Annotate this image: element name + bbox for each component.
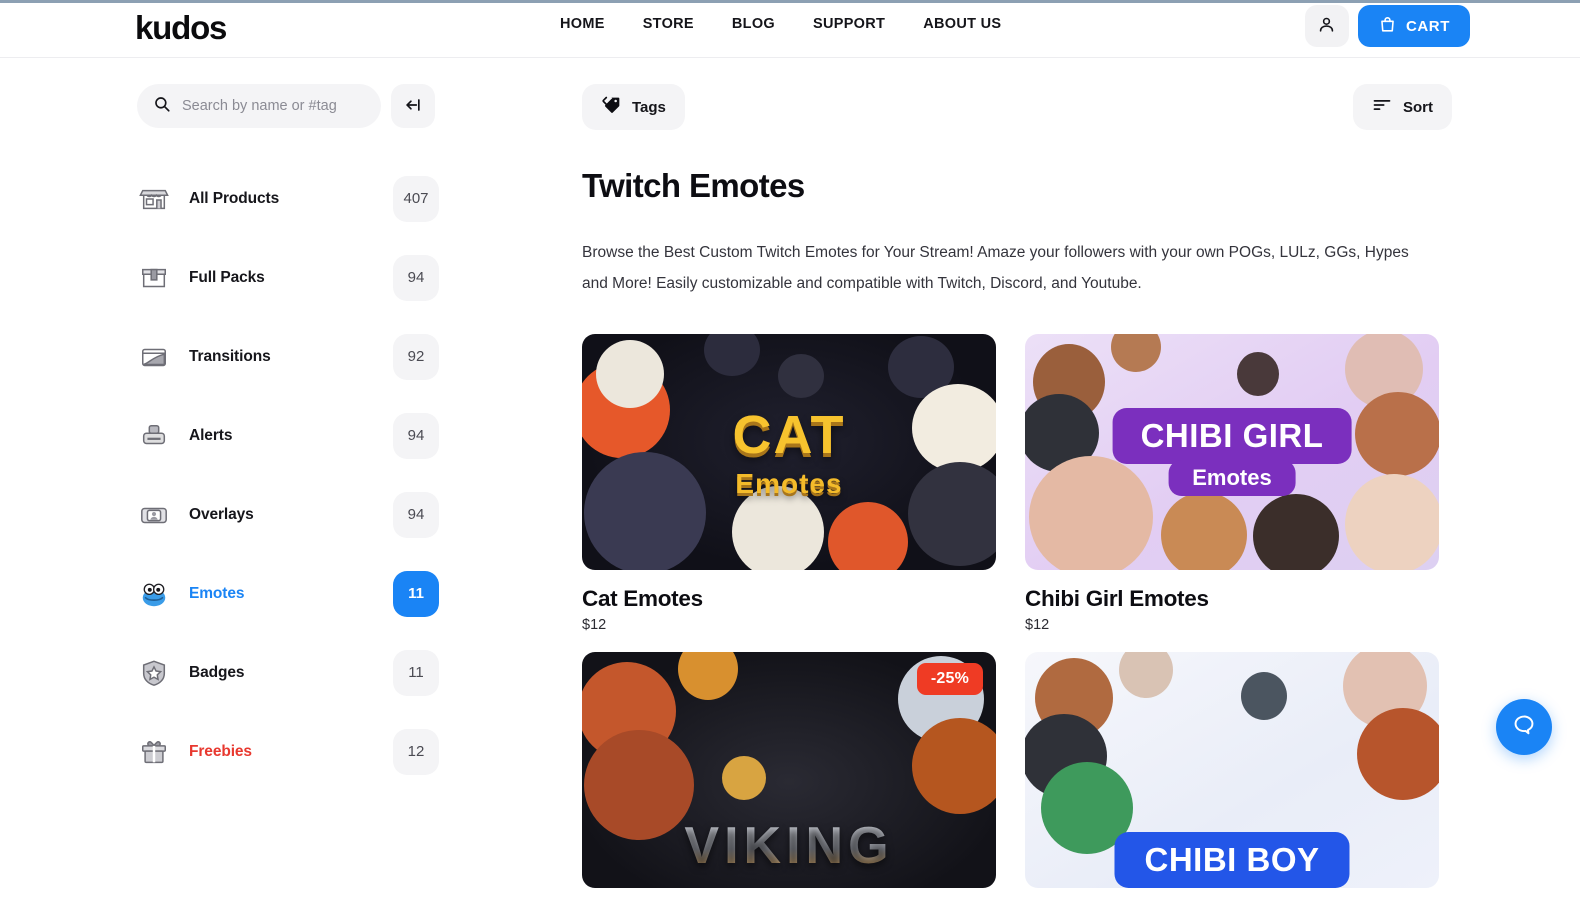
product-card[interactable]: CHIBI GIRL Emotes Chibi Girl Emotes $12 (1025, 334, 1439, 633)
sidebar-item-freebies[interactable]: Freebies 12 (137, 712, 439, 791)
sidebar-item-label: Overlays (189, 505, 254, 523)
main-navigation: HOME STORE BLOG SUPPORT ABOUT US (560, 16, 1001, 32)
product-title: Cat Emotes (582, 586, 703, 611)
product-wordmark-sub: Emotes (1168, 460, 1296, 496)
sort-label: Sort (1403, 98, 1433, 116)
gift-icon (137, 735, 171, 769)
sidebar-item-overlays[interactable]: Overlays 94 (137, 475, 439, 554)
sidebar-item-badges[interactable]: Badges 11 (137, 633, 439, 712)
account-button[interactable] (1304, 5, 1349, 47)
nav-item-store[interactable]: STORE (643, 16, 694, 32)
chat-support-button[interactable] (1496, 699, 1552, 755)
nav-item-support[interactable]: SUPPORT (813, 16, 885, 32)
product-thumbnail[interactable]: CHIBI BOY (1025, 652, 1439, 888)
sidebar-search-row (137, 84, 435, 128)
sidebar-item-count: 11 (393, 649, 439, 696)
collapse-left-icon (403, 95, 423, 118)
product-wordmark: CHIBI BOY (1114, 831, 1350, 888)
sidebar-item-label: Badges (189, 663, 245, 681)
nav-item-blog[interactable]: BLOG (732, 16, 775, 32)
shopping-bag-icon (1378, 15, 1397, 37)
search-input[interactable] (182, 98, 357, 114)
store-icon (137, 182, 171, 216)
user-icon (1317, 15, 1336, 37)
alert-icon (137, 419, 171, 453)
product-price: $12 (582, 617, 607, 633)
product-card[interactable]: CAT Emotes Cat Emotes $12 (582, 334, 996, 633)
product-wordmark: CHIBI GIRL Emotes (1112, 408, 1352, 496)
search-box[interactable] (137, 84, 381, 128)
tags-label: Tags (632, 98, 666, 116)
nav-item-about-us[interactable]: ABOUT US (923, 16, 1001, 32)
sidebar-item-transitions[interactable]: Transitions 92 (137, 317, 439, 396)
header-actions: CART (1304, 5, 1470, 47)
sidebar-item-label: Full Packs (189, 268, 265, 286)
sidebar-item-label: Transitions (189, 347, 271, 365)
sort-button[interactable]: Sort (1353, 84, 1452, 130)
sidebar-item-count: 94 (393, 491, 439, 538)
product-wordmark-main: VIKING (684, 816, 894, 875)
product-wordmark-main: CHIBI GIRL (1112, 408, 1352, 464)
sidebar-item-count: 11 (393, 570, 439, 617)
sidebar-item-count: 94 (393, 412, 439, 459)
product-card[interactable]: CHIBI BOY (1025, 652, 1439, 904)
emote-frog-icon (137, 577, 171, 611)
product-price: $12 (1025, 617, 1050, 633)
sidebar-nav-list: All Products 407 Full Packs 94 Transitio… (137, 159, 439, 791)
sidebar-item-count: 94 (393, 254, 439, 301)
shield-star-icon (137, 656, 171, 690)
product-wordmark: VIKING (684, 816, 893, 876)
sidebar-item-label: Emotes (189, 584, 245, 602)
product-wordmark-sub: Emotes (735, 468, 843, 499)
nav-item-home[interactable]: HOME (560, 16, 605, 32)
site-logo[interactable]: kudos (135, 9, 227, 47)
product-wordmark-main: CHIBI BOY (1114, 831, 1350, 888)
product-title: Chibi Girl Emotes (1025, 586, 1209, 611)
sidebar-item-count: 12 (393, 728, 439, 775)
sidebar-item-label: Freebies (189, 742, 252, 760)
main-content: Tags Sort Twitch Emotes Browse the Best … (560, 59, 1580, 888)
product-thumbnail[interactable]: CHIBI GIRL Emotes (1025, 334, 1439, 570)
sidebar-item-alerts[interactable]: Alerts 94 (137, 396, 439, 475)
sidebar-item-all-products[interactable]: All Products 407 (137, 159, 439, 238)
discount-badge: -25% (916, 663, 983, 695)
site-header: kudos HOME STORE BLOG SUPPORT ABOUT US C… (0, 3, 1580, 58)
sidebar-item-emotes[interactable]: Emotes 11 (137, 554, 439, 633)
content-toolbar: Tags Sort (582, 84, 1452, 130)
page-title: Twitch Emotes (582, 167, 805, 204)
product-artwork: CAT Emotes (582, 334, 996, 570)
product-grid: CAT Emotes Cat Emotes $12 CHIBI GIRL Emo… (582, 334, 1466, 904)
chat-bubble-icon (1511, 712, 1537, 743)
sidebar-item-count: 407 (393, 175, 439, 222)
product-card[interactable]: VIKING -25% (582, 652, 996, 904)
sidebar: All Products 407 Full Packs 94 (0, 59, 560, 780)
page-description: Browse the Best Custom Twitch Emotes for… (582, 244, 1409, 292)
sidebar-item-label: All Products (189, 189, 280, 207)
cart-label: CART (1405, 17, 1450, 35)
cart-button[interactable]: CART (1357, 5, 1470, 47)
tags-button[interactable]: Tags (582, 84, 685, 130)
product-wordmark-main: CAT (732, 405, 846, 465)
product-artwork: CHIBI BOY (1025, 652, 1439, 888)
tag-icon (601, 95, 621, 119)
search-icon (153, 95, 171, 118)
sort-descending-icon (1372, 95, 1392, 119)
sidebar-item-full-packs[interactable]: Full Packs 94 (137, 238, 439, 317)
collapse-sidebar-button[interactable] (391, 84, 435, 128)
overlay-icon (137, 498, 171, 532)
product-artwork: CHIBI GIRL Emotes (1025, 334, 1439, 570)
box-icon (137, 261, 171, 295)
transition-icon (137, 340, 171, 374)
product-wordmark: CAT Emotes (733, 404, 846, 500)
sidebar-item-label: Alerts (189, 426, 233, 444)
product-thumbnail[interactable]: CAT Emotes (582, 334, 996, 570)
product-thumbnail[interactable]: VIKING -25% (582, 652, 996, 888)
sidebar-item-count: 92 (393, 333, 439, 380)
